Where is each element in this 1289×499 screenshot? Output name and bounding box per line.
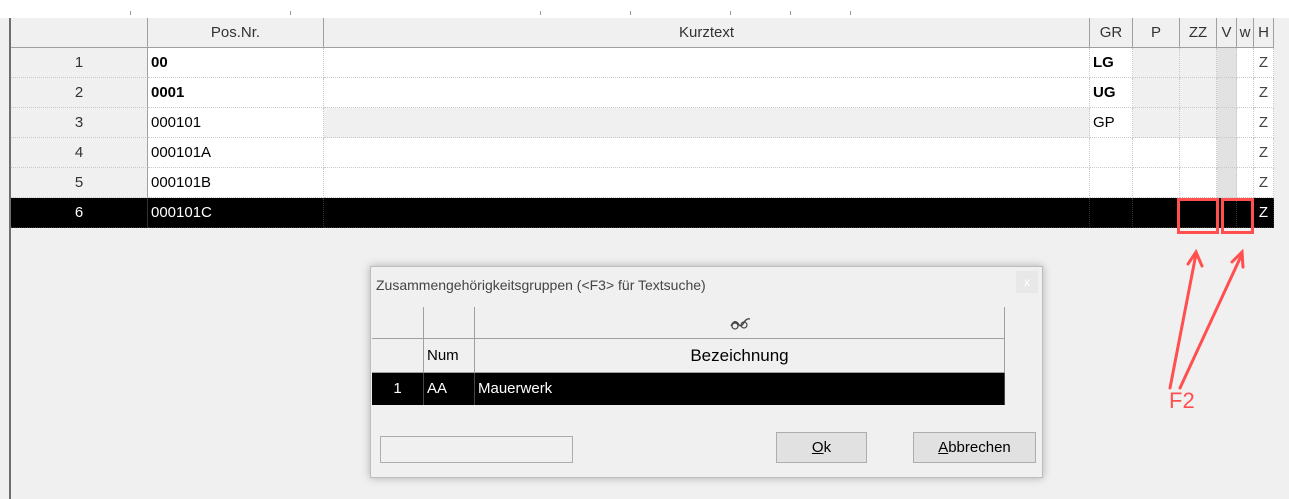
row-number[interactable]: 3: [11, 108, 148, 138]
v-cell[interactable]: [1217, 108, 1237, 138]
row-number[interactable]: 5: [11, 168, 148, 198]
positions-grid: Pos.Nr. Kurztext GR P ZZ V w H 1 00 LG Z…: [11, 18, 1289, 238]
ok-button[interactable]: Ok: [776, 432, 867, 463]
zz-cell[interactable]: [1180, 168, 1217, 198]
annotation-label: F2: [1169, 388, 1195, 413]
table-row[interactable]: 3 000101 GP Z: [11, 108, 1289, 138]
zz-cell[interactable]: [1180, 138, 1217, 168]
pos-nr-cell[interactable]: 000101B: [148, 168, 324, 198]
gr-cell[interactable]: GP: [1090, 108, 1133, 138]
row-number[interactable]: 2: [11, 78, 148, 108]
ruler: [0, 0, 1289, 18]
pos-nr-cell[interactable]: 0001: [148, 78, 324, 108]
group-list: Num Bezeichnung 1 AA Mauerwerk: [372, 307, 1005, 405]
table-row[interactable]: 5 000101B Z: [11, 168, 1289, 198]
glasses-icon: [729, 317, 751, 334]
list-item-num[interactable]: AA: [424, 373, 475, 405]
zz-cell[interactable]: [1180, 48, 1217, 78]
highlight-v-cell: [1221, 198, 1254, 234]
highlight-zz-cell: [1177, 198, 1219, 234]
p-cell[interactable]: [1133, 198, 1180, 228]
kurztext-cell[interactable]: [324, 48, 1090, 78]
kurztext-cell[interactable]: [324, 78, 1090, 108]
list-header: Num Bezeichnung: [372, 339, 1005, 373]
index-header[interactable]: [372, 339, 424, 373]
annotation-arrows: [1168, 248, 1245, 390]
arrow-to-v: [1178, 252, 1244, 390]
gr-cell[interactable]: [1090, 168, 1133, 198]
kurztext-cell[interactable]: [324, 198, 1090, 228]
cancel-mnemonic: A: [938, 439, 949, 456]
row-number-header[interactable]: [11, 18, 148, 48]
p-cell[interactable]: [1133, 108, 1180, 138]
cancel-button[interactable]: Abbrechen: [913, 432, 1036, 463]
column-header-bezeichnung[interactable]: Bezeichnung: [475, 339, 1005, 373]
column-header-p[interactable]: P: [1133, 18, 1180, 48]
row-number[interactable]: 6: [11, 198, 148, 228]
column-header-gr[interactable]: GR: [1090, 18, 1133, 48]
search-filter-header[interactable]: [475, 307, 1005, 339]
gr-cell[interactable]: [1090, 138, 1133, 168]
ok-label: k: [823, 439, 832, 456]
column-header-h[interactable]: H: [1254, 18, 1274, 48]
num-header-top[interactable]: [424, 307, 475, 339]
arrow-to-zz: [1168, 252, 1198, 390]
column-header-pos-nr[interactable]: Pos.Nr.: [148, 18, 324, 48]
list-item-selected[interactable]: 1 AA Mauerwerk: [372, 373, 1005, 405]
list-item-bezeichnung[interactable]: Mauerwerk: [475, 373, 1005, 405]
w-cell[interactable]: [1237, 138, 1254, 168]
h-cell[interactable]: Z: [1254, 198, 1274, 228]
w-cell[interactable]: [1237, 78, 1254, 108]
gr-cell[interactable]: UG: [1090, 78, 1133, 108]
group-selection-dialog: Zusammengehörigkeitsgruppen (<F3> für Te…: [370, 266, 1043, 478]
kurztext-cell[interactable]: [324, 138, 1090, 168]
w-cell[interactable]: [1237, 48, 1254, 78]
column-header-zz[interactable]: ZZ: [1180, 18, 1217, 48]
row-number[interactable]: 4: [11, 138, 148, 168]
h-cell[interactable]: Z: [1254, 168, 1274, 198]
column-header-w[interactable]: w: [1237, 18, 1254, 48]
h-cell[interactable]: Z: [1254, 48, 1274, 78]
h-cell[interactable]: Z: [1254, 108, 1274, 138]
pos-nr-cell[interactable]: 000101: [148, 108, 324, 138]
corner-cell[interactable]: [372, 307, 424, 339]
dialog-title: Zusammengehörigkeitsgruppen (<F3> für Te…: [376, 277, 706, 293]
table-row[interactable]: 2 0001 UG Z: [11, 78, 1289, 108]
h-cell[interactable]: Z: [1254, 138, 1274, 168]
column-header-kurztext[interactable]: Kurztext: [324, 18, 1090, 48]
pos-nr-cell[interactable]: 000101C: [148, 198, 324, 228]
list-header-top: [372, 307, 1005, 339]
grid-header: Pos.Nr. Kurztext GR P ZZ V w H: [11, 18, 1289, 48]
w-cell[interactable]: [1237, 108, 1254, 138]
column-header-v[interactable]: V: [1217, 18, 1237, 48]
ok-mnemonic: O: [811, 439, 824, 456]
pos-nr-cell[interactable]: 00: [148, 48, 324, 78]
v-cell[interactable]: [1217, 168, 1237, 198]
v-cell[interactable]: [1217, 138, 1237, 168]
gr-cell[interactable]: LG: [1090, 48, 1133, 78]
p-cell[interactable]: [1133, 138, 1180, 168]
row-number[interactable]: 1: [11, 48, 148, 78]
table-row[interactable]: 4 000101A Z: [11, 138, 1289, 168]
pos-nr-cell[interactable]: 000101A: [148, 138, 324, 168]
zz-cell[interactable]: [1180, 108, 1217, 138]
p-cell[interactable]: [1133, 168, 1180, 198]
table-row[interactable]: 1 00 LG Z: [11, 48, 1289, 78]
kurztext-cell[interactable]: [324, 108, 1090, 138]
h-cell[interactable]: Z: [1254, 78, 1274, 108]
w-cell[interactable]: [1237, 168, 1254, 198]
kurztext-cell[interactable]: [324, 168, 1090, 198]
zz-cell[interactable]: [1180, 78, 1217, 108]
search-input[interactable]: [380, 436, 573, 463]
column-header-num[interactable]: Num: [424, 339, 475, 373]
table-row-selected[interactable]: 6 000101C Z: [11, 198, 1289, 228]
v-cell[interactable]: [1217, 48, 1237, 78]
p-cell[interactable]: [1133, 48, 1180, 78]
list-item-index[interactable]: 1: [372, 373, 424, 405]
v-cell[interactable]: [1217, 78, 1237, 108]
gr-cell[interactable]: [1090, 198, 1133, 228]
p-cell[interactable]: [1133, 78, 1180, 108]
dialog-close-button[interactable]: x: [1016, 271, 1038, 293]
cancel-label: bbrechen: [948, 439, 1011, 456]
